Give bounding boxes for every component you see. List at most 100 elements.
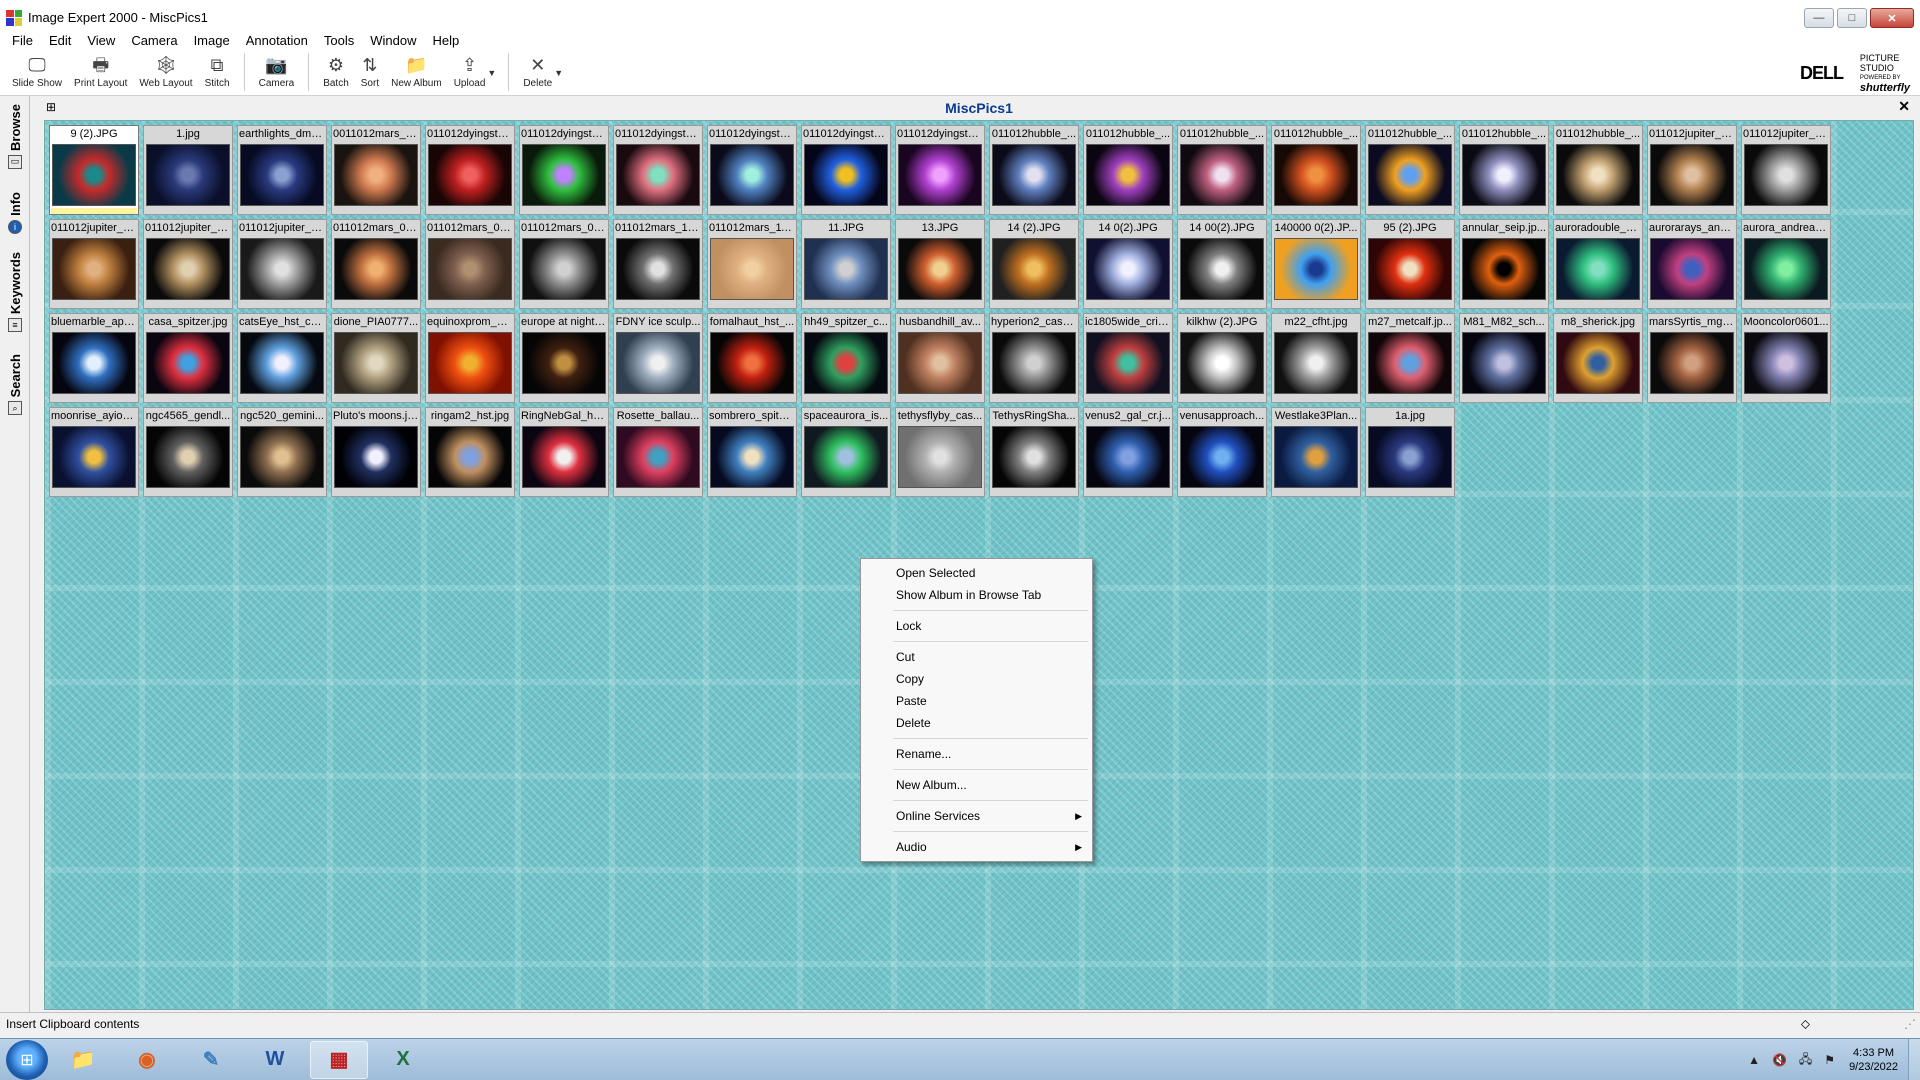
- network-icon[interactable]: 🖧: [1799, 1050, 1812, 1071]
- thumbnail-item[interactable]: 011012jupiter_1...: [237, 219, 327, 309]
- thumbnail-item[interactable]: 14 00(2).JPG: [1177, 219, 1267, 309]
- context-menu-item-paste[interactable]: Paste: [863, 690, 1090, 712]
- thumbnail-item[interactable]: hyperion2_cassi...: [989, 313, 1079, 403]
- thumbnail-item[interactable]: m8_sherick.jpg: [1553, 313, 1643, 403]
- taskbar-app-word[interactable]: W: [246, 1041, 304, 1079]
- thumbnail-item[interactable]: 011012jupiter_0...: [49, 219, 139, 309]
- thumbnail-item[interactable]: spaceaurora_is...: [801, 407, 891, 497]
- minimize-button[interactable]: —: [1804, 8, 1834, 28]
- taskbar-app-firefox[interactable]: ◉: [118, 1041, 176, 1079]
- thumbnail-item[interactable]: auroradouble_h...: [1553, 219, 1643, 309]
- thumbnail-item[interactable]: 011012dyingsta...: [707, 125, 797, 215]
- taskbar-app-excel[interactable]: X: [374, 1041, 432, 1079]
- menu-annotation[interactable]: Annotation: [238, 33, 316, 48]
- thumbnail-item[interactable]: 9 (2).JPG: [49, 125, 139, 215]
- thumbnail-item[interactable]: 011012hubble_...: [1271, 125, 1361, 215]
- thumbnail-item[interactable]: 11.JPG: [801, 219, 891, 309]
- thumbnail-item[interactable]: Pluto's moons.jp...: [331, 407, 421, 497]
- batch-button[interactable]: ⚙ Batch: [317, 50, 355, 94]
- thumbnail-item[interactable]: 011012dyingsta...: [519, 125, 609, 215]
- thumbnail-item[interactable]: 011012hubble_...: [1459, 125, 1549, 215]
- thumbnail-item[interactable]: sombrero_spitze...: [707, 407, 797, 497]
- thumbnail-item[interactable]: ngc520_gemini...: [237, 407, 327, 497]
- thumbnail-item[interactable]: 011012hubble_...: [1553, 125, 1643, 215]
- tab-search[interactable]: Search ⌕: [4, 354, 26, 416]
- context-menu-item-show-album-in-browse-tab[interactable]: Show Album in Browse Tab: [863, 584, 1090, 606]
- thumbnail-item[interactable]: ic1805wide_cris...: [1083, 313, 1173, 403]
- delete-button[interactable]: ✕ Delete: [517, 50, 558, 94]
- thumbnail-item[interactable]: 011012dyingsta...: [613, 125, 703, 215]
- thumbnail-item[interactable]: 1a.jpg: [1365, 407, 1455, 497]
- thumbnail-item[interactable]: venus2_gal_cr.j...: [1083, 407, 1173, 497]
- action-center-flag-icon[interactable]: ⚑: [1824, 1053, 1835, 1067]
- thumbnail-item[interactable]: husbandhill_av...: [895, 313, 985, 403]
- close-album-icon[interactable]: ✕: [1898, 98, 1910, 115]
- thumbnail-item[interactable]: Rosette_ballau...: [613, 407, 703, 497]
- tab-info[interactable]: Info i: [4, 192, 26, 234]
- thumbnail-item[interactable]: 011012mars_11...: [707, 219, 797, 309]
- thumbnail-item[interactable]: 140000 0(2).JP...: [1271, 219, 1361, 309]
- thumbnail-item[interactable]: venusapproach...: [1177, 407, 1267, 497]
- thumbnail-item[interactable]: 011012jupiter_0...: [1741, 125, 1831, 215]
- thumbnail-item[interactable]: 14 0(2).JPG: [1083, 219, 1173, 309]
- thumbnail-item[interactable]: catsEye_hst_c1...: [237, 313, 327, 403]
- thumbnail-item[interactable]: annular_seip.jp...: [1459, 219, 1549, 309]
- thumbnail-item[interactable]: equinoxprom_ei...: [425, 313, 515, 403]
- thumbnail-item[interactable]: 011012dyingsta...: [425, 125, 515, 215]
- thumbnail-item[interactable]: moonrise_ayiom...: [49, 407, 139, 497]
- tab-browse[interactable]: Browse ▭: [4, 104, 26, 169]
- maximize-button[interactable]: □: [1837, 8, 1867, 28]
- menu-help[interactable]: Help: [424, 33, 467, 48]
- show-hidden-icons[interactable]: ▲: [1748, 1053, 1760, 1067]
- thumbnail-item[interactable]: earthlights_dms...: [237, 125, 327, 215]
- context-menu-item-audio[interactable]: Audio ▶: [863, 836, 1090, 858]
- close-window-button[interactable]: ✕: [1870, 8, 1914, 28]
- upload-button[interactable]: ⇪ Upload: [448, 50, 492, 94]
- menu-tools[interactable]: Tools: [316, 33, 362, 48]
- delete-dropdown-icon[interactable]: ▼: [554, 50, 563, 78]
- menu-window[interactable]: Window: [362, 33, 424, 48]
- thumbnail-item[interactable]: tethysflyby_cas...: [895, 407, 985, 497]
- thumbnail-item[interactable]: Westlake3Plan...: [1271, 407, 1361, 497]
- thumbnail-item[interactable]: 011012jupiter_0...: [143, 219, 233, 309]
- thumbnail-item[interactable]: bluemarble_apo...: [49, 313, 139, 403]
- thumbnail-item[interactable]: 13.JPG: [895, 219, 985, 309]
- thumbnail-item[interactable]: m22_cfht.jpg: [1271, 313, 1361, 403]
- clock[interactable]: 4:33 PM 9/23/2022: [1849, 1046, 1898, 1074]
- thumbnail-item[interactable]: 011012mars_08...: [425, 219, 515, 309]
- thumbnail-item[interactable]: ringam2_hst.jpg: [425, 407, 515, 497]
- print-layout-button[interactable]: 🖶 Print Layout: [68, 50, 133, 94]
- thumbnail-item[interactable]: Mooncolor0601...: [1741, 313, 1831, 403]
- thumbnail-item[interactable]: hh49_spitzer_c...: [801, 313, 891, 403]
- pin-icon[interactable]: ⊞: [46, 100, 56, 114]
- thumbnail-item[interactable]: aurorarays_and...: [1647, 219, 1737, 309]
- tab-keywords[interactable]: Keywords ≡: [4, 252, 26, 333]
- web-layout-button[interactable]: 🕸 Web Layout: [133, 50, 198, 94]
- thumbnail-item[interactable]: RingNebGal_ha...: [519, 407, 609, 497]
- thumbnail-item[interactable]: FDNY ice sculp...: [613, 313, 703, 403]
- taskbar-app-paint[interactable]: ✎: [182, 1041, 240, 1079]
- context-menu-item-delete[interactable]: Delete: [863, 712, 1090, 734]
- new-album-button[interactable]: 📁 New Album: [385, 50, 448, 94]
- context-menu-item-online-services[interactable]: Online Services ▶: [863, 805, 1090, 827]
- thumbnail-item[interactable]: europe at night.j...: [519, 313, 609, 403]
- thumbnail-item[interactable]: 011012hubble_...: [1083, 125, 1173, 215]
- context-menu-item-lock[interactable]: Lock: [863, 615, 1090, 637]
- thumbnail-item[interactable]: 95 (2).JPG: [1365, 219, 1455, 309]
- menu-camera[interactable]: Camera: [123, 33, 185, 48]
- stitch-button[interactable]: ⧉ Stitch: [199, 50, 236, 94]
- start-button[interactable]: ⊞: [6, 1039, 48, 1080]
- taskbar-app-explorer[interactable]: 📁: [54, 1041, 112, 1079]
- thumbnail-item[interactable]: M81_M82_sch...: [1459, 313, 1549, 403]
- thumbnail-item[interactable]: aurora_andreas...: [1741, 219, 1831, 309]
- taskbar-app-image-expert[interactable]: ▦: [310, 1040, 368, 1079]
- show-desktop-button[interactable]: [1908, 1039, 1920, 1080]
- slide-show-button[interactable]: 🖵 Slide Show: [6, 50, 68, 94]
- thumbnail-item[interactable]: 14 (2).JPG: [989, 219, 1079, 309]
- context-menu-item-rename[interactable]: Rename...: [863, 743, 1090, 765]
- thumbnail-item[interactable]: 011012mars_09...: [519, 219, 609, 309]
- thumbnail-item[interactable]: 011012hubble_...: [1177, 125, 1267, 215]
- thumbnail-item[interactable]: 011012dyingsta...: [801, 125, 891, 215]
- thumbnail-item[interactable]: dione_PIA0777...: [331, 313, 421, 403]
- thumbnail-item[interactable]: m27_metcalf.jp...: [1365, 313, 1455, 403]
